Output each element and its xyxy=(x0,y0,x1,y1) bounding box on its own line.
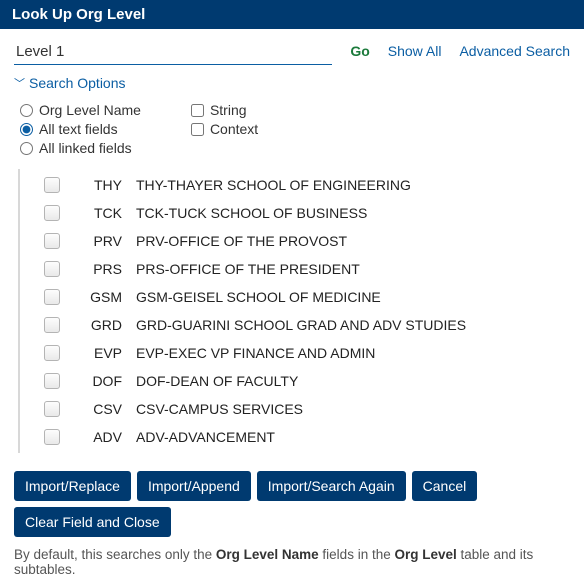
search-by-column: Org Level Name All text fields All linke… xyxy=(20,99,141,159)
table-row[interactable]: GRDGRD-GUARINI SCHOOL GRAD AND ADV STUDI… xyxy=(20,311,570,339)
search-options-panel: Org Level Name All text fields All linke… xyxy=(20,99,570,159)
import-search-again-button[interactable]: Import/Search Again xyxy=(257,471,406,501)
table-row[interactable]: TCKTCK-TUCK SCHOOL OF BUSINESS xyxy=(20,199,570,227)
row-checkbox[interactable] xyxy=(44,233,60,249)
row-code: THY xyxy=(76,177,136,193)
search-options-label: Search Options xyxy=(29,75,126,91)
row-code: GSM xyxy=(76,289,136,305)
radio-all-linked-fields[interactable]: All linked fields xyxy=(20,140,141,156)
row-code: PRV xyxy=(76,233,136,249)
row-checkbox[interactable] xyxy=(44,345,60,361)
row-code: TCK xyxy=(76,205,136,221)
checkbox-string[interactable]: String xyxy=(191,102,258,118)
table-row[interactable]: DOFDOF-DEAN OF FACULTY xyxy=(20,367,570,395)
match-type-column: String Context xyxy=(191,99,258,159)
row-desc: THY-THAYER SCHOOL OF ENGINEERING xyxy=(136,177,411,193)
table-row[interactable]: CSVCSV-CAMPUS SERVICES xyxy=(20,395,570,423)
row-desc: GSM-GEISEL SCHOOL OF MEDICINE xyxy=(136,289,381,305)
row-code: EVP xyxy=(76,345,136,361)
row-desc: EVP-EXEC VP FINANCE AND ADMIN xyxy=(136,345,375,361)
go-link[interactable]: Go xyxy=(350,43,369,59)
row-checkbox[interactable] xyxy=(44,317,60,333)
row-code: PRS xyxy=(76,261,136,277)
row-desc: CSV-CAMPUS SERVICES xyxy=(136,401,303,417)
table-row[interactable]: THYTHY-THAYER SCHOOL OF ENGINEERING xyxy=(20,171,570,199)
table-row[interactable]: EVPEVP-EXEC VP FINANCE AND ADMIN xyxy=(20,339,570,367)
dialog-content: Go Show All Advanced Search ﹀ Search Opt… xyxy=(0,29,584,467)
cancel-button[interactable]: Cancel xyxy=(412,471,478,501)
import-append-button[interactable]: Import/Append xyxy=(137,471,251,501)
row-code: GRD xyxy=(76,317,136,333)
row-desc: TCK-TUCK SCHOOL OF BUSINESS xyxy=(136,205,367,221)
checkbox-string-input[interactable] xyxy=(191,104,204,117)
radio-org-level-name-input[interactable] xyxy=(20,104,33,117)
show-all-link[interactable]: Show All xyxy=(388,43,442,59)
table-row[interactable]: PRSPRS-OFFICE OF THE PRESIDENT xyxy=(20,255,570,283)
row-desc: ADV-ADVANCEMENT xyxy=(136,429,275,445)
row-code: CSV xyxy=(76,401,136,417)
search-options-toggle[interactable]: ﹀ Search Options xyxy=(14,75,570,91)
row-code: ADV xyxy=(76,429,136,445)
radio-all-text-fields-input[interactable] xyxy=(20,123,33,136)
dialog-title: Look Up Org Level xyxy=(12,6,145,23)
checkbox-context[interactable]: Context xyxy=(191,121,258,137)
advanced-search-link[interactable]: Advanced Search xyxy=(459,43,570,59)
row-desc: GRD-GUARINI SCHOOL GRAD AND ADV STUDIES xyxy=(136,317,466,333)
row-checkbox[interactable] xyxy=(44,261,60,277)
import-replace-button[interactable]: Import/Replace xyxy=(14,471,131,501)
row-checkbox[interactable] xyxy=(44,205,60,221)
table-row[interactable]: PRVPRV-OFFICE OF THE PROVOST xyxy=(20,227,570,255)
search-input[interactable] xyxy=(14,39,332,65)
row-desc: PRS-OFFICE OF THE PRESIDENT xyxy=(136,261,360,277)
row-checkbox[interactable] xyxy=(44,401,60,417)
table-row[interactable]: GSMGSM-GEISEL SCHOOL OF MEDICINE xyxy=(20,283,570,311)
row-checkbox[interactable] xyxy=(44,289,60,305)
row-code: DOF xyxy=(76,373,136,389)
dialog-header: Look Up Org Level xyxy=(0,0,584,29)
row-checkbox[interactable] xyxy=(44,373,60,389)
radio-all-linked-fields-input[interactable] xyxy=(20,142,33,155)
row-desc: DOF-DEAN OF FACULTY xyxy=(136,373,298,389)
table-row[interactable]: ADVADV-ADVANCEMENT xyxy=(20,423,570,451)
footer-hint: By default, this searches only the Org L… xyxy=(0,545,584,585)
row-checkbox[interactable] xyxy=(44,429,60,445)
checkbox-context-input[interactable] xyxy=(191,123,204,136)
chevron-down-icon: ﹀ xyxy=(14,75,25,91)
button-row: Import/Replace Import/Append Import/Sear… xyxy=(0,467,584,545)
row-desc: PRV-OFFICE OF THE PROVOST xyxy=(136,233,347,249)
radio-org-level-name[interactable]: Org Level Name xyxy=(20,102,141,118)
results-list: THYTHY-THAYER SCHOOL OF ENGINEERINGTCKTC… xyxy=(18,169,570,453)
clear-close-button[interactable]: Clear Field and Close xyxy=(14,507,171,537)
search-row: Go Show All Advanced Search xyxy=(14,39,570,65)
row-checkbox[interactable] xyxy=(44,177,60,193)
radio-all-text-fields[interactable]: All text fields xyxy=(20,121,141,137)
